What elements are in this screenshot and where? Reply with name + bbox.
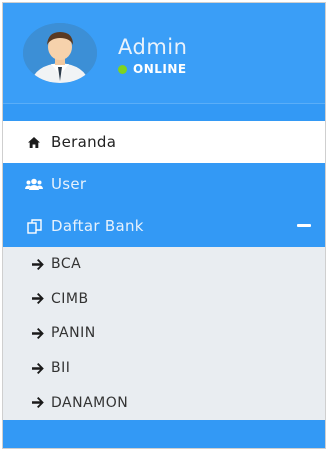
online-status: ONLINE [118,62,187,76]
submenu-item-cimb[interactable]: CIMB [3,282,325,317]
arrow-right-icon [32,293,46,305]
sidebar-menu: Beranda User Daftar Bank BCA CIMB PANIN … [3,121,325,420]
daftar-bank-submenu: BCA CIMB PANIN BII DANAMON [3,247,325,420]
panel-divider [3,103,325,121]
arrow-right-icon [32,362,46,374]
sidebar: Admin ONLINE Beranda User Daftar Bank BC… [2,2,326,449]
status-label: ONLINE [133,62,187,76]
copy-icon [25,218,43,234]
sidebar-item-daftar-bank[interactable]: Daftar Bank [3,205,325,247]
arrow-right-icon [32,397,46,409]
arrow-right-icon [32,327,46,339]
home-icon [25,136,43,149]
user-name: Admin [118,35,188,59]
arrow-right-icon [32,258,46,270]
submenu-item-bii[interactable]: BII [3,351,325,386]
status-dot-icon [118,64,127,74]
sidebar-item-beranda[interactable]: Beranda [3,121,325,163]
sidebar-item-user[interactable]: User [3,163,325,205]
users-icon [25,178,43,191]
submenu-item-label: DANAMON [51,394,129,411]
submenu-item-bca[interactable]: BCA [3,247,325,282]
submenu-item-label: PANIN [51,325,96,342]
avatar-image [23,23,97,83]
minus-icon[interactable] [297,224,311,227]
sidebar-item-label: Daftar Bank [51,217,144,235]
submenu-item-label: CIMB [51,290,89,307]
submenu-item-label: BCA [51,256,82,273]
avatar[interactable] [23,23,97,83]
user-panel: Admin ONLINE [3,3,325,103]
sidebar-item-label: Beranda [51,133,117,151]
sidebar-item-label: User [51,175,87,193]
submenu-item-panin[interactable]: PANIN [3,316,325,351]
submenu-item-danamon[interactable]: DANAMON [3,385,325,420]
submenu-item-label: BII [51,360,71,377]
